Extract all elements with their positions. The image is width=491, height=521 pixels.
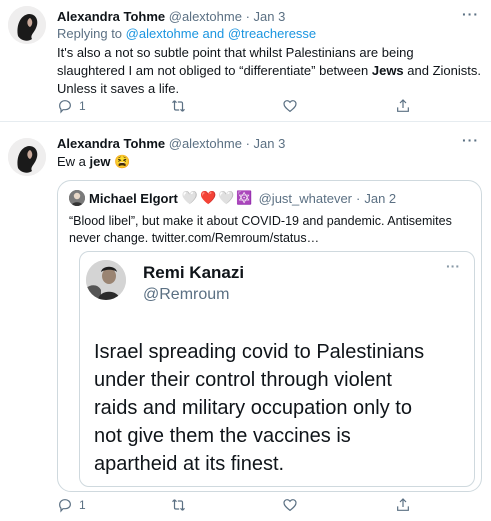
- retweet-button[interactable]: [170, 98, 193, 114]
- retweet-button[interactable]: [170, 497, 193, 513]
- share-icon: [397, 99, 409, 112]
- more-icon[interactable]: ···: [462, 6, 479, 22]
- tweet-text: It's also a not so subtle point that whi…: [57, 44, 481, 98]
- tweet-text-bold: Jews: [371, 63, 404, 78]
- more-icon[interactable]: ···: [462, 132, 479, 148]
- tweet-1[interactable]: Alexandra Tohme @alextohme · Jan 3 ··· R…: [0, 0, 491, 122]
- tweet-date[interactable]: Jan 3: [254, 136, 286, 151]
- author-name[interactable]: Alexandra Tohme: [57, 9, 165, 24]
- replying-to: Replying to @alextohme and @treacheresse: [57, 26, 316, 41]
- tweet-2[interactable]: Alexandra Tohme @alextohme · Jan 3 ··· E…: [0, 123, 491, 521]
- white-heart-emoji: 🤍: [218, 190, 235, 205]
- author-avatar[interactable]: [8, 6, 46, 44]
- tweet-date[interactable]: Jan 3: [254, 9, 286, 24]
- more-icon: ···: [446, 258, 460, 274]
- embedded-author-avatar: [86, 260, 126, 300]
- author-avatar[interactable]: [8, 138, 46, 176]
- red-heart-emoji: ❤️: [200, 190, 217, 205]
- star-of-david-emoji: 🔯: [236, 190, 253, 205]
- embedded-tweet-text: Israel spreading covid to Palestinians u…: [94, 338, 474, 478]
- action-bar: 1: [57, 497, 487, 515]
- tweet-header: Alexandra Tohme @alextohme · Jan 3: [57, 136, 285, 151]
- like-icon: [283, 100, 297, 113]
- reply-mention-2[interactable]: @treacheresse: [228, 26, 316, 41]
- quote-author-handle: @just_whatever: [258, 190, 353, 206]
- tweet-divider: [0, 121, 491, 122]
- author-handle[interactable]: @alextohme: [169, 9, 242, 24]
- reply-and: and: [202, 26, 225, 41]
- quote-header: Michael Elgort 🤍 ❤️ 🤍 🔯 @just_whatever ·…: [89, 190, 396, 206]
- embedded-text-line: apartheid at its finest.: [94, 453, 285, 475]
- tired-face-emoji: 😫: [114, 154, 131, 169]
- separator: ·: [356, 190, 361, 206]
- like-button[interactable]: [282, 98, 304, 114]
- quoted-tweet[interactable]: Michael Elgort 🤍 ❤️ 🤍 🔯 @just_whatever ·…: [57, 180, 482, 492]
- quote-text: “Blood libel”, but make it about COVID-1…: [69, 214, 452, 245]
- retweet-icon: [172, 499, 185, 511]
- reply-prefix: Replying to: [57, 26, 123, 41]
- reply-mention-1[interactable]: @alextohme: [126, 26, 199, 41]
- action-bar: 1: [57, 98, 487, 116]
- tweet-text-part1: It's also a not so subtle point that whi…: [57, 45, 414, 78]
- like-button[interactable]: [282, 497, 304, 513]
- share-button[interactable]: [395, 98, 411, 114]
- embedded-text-line: under their control through violent: [94, 369, 392, 391]
- reply-button[interactable]: 1: [57, 98, 86, 114]
- reply-button[interactable]: 1: [57, 497, 86, 513]
- share-icon: [397, 498, 409, 511]
- tweet-text: Ew a jew 😫: [57, 154, 130, 170]
- quote-date: Jan 2: [364, 190, 397, 206]
- quote-author-avatar: [69, 190, 85, 206]
- embedded-text-line: raids and military occupation only to: [94, 397, 412, 419]
- tweet-header: Alexandra Tohme @alextohme · Jan 3: [57, 9, 285, 24]
- reply-icon: [59, 100, 71, 114]
- embedded-author-handle: @Remroum: [143, 286, 230, 303]
- embedded-author-name: Remi Kanazi: [143, 263, 245, 282]
- share-button[interactable]: [395, 497, 411, 513]
- separator: ·: [245, 136, 250, 151]
- like-icon: [283, 499, 297, 512]
- tweet-text-prefix: Ew a: [57, 154, 90, 169]
- retweet-icon: [172, 100, 185, 112]
- embedded-text-line: not give them the vaccines is: [94, 425, 351, 447]
- reply-icon: [59, 499, 71, 513]
- tweet-text-bold: jew: [89, 154, 111, 169]
- reply-count: 1: [79, 99, 86, 113]
- author-handle[interactable]: @alextohme: [169, 136, 242, 151]
- reply-count: 1: [79, 498, 86, 512]
- embedded-text-line: Israel spreading covid to Palestinians: [94, 341, 425, 363]
- author-name[interactable]: Alexandra Tohme: [57, 136, 165, 151]
- separator: ·: [245, 9, 250, 24]
- quote-author-name: Michael Elgort: [89, 190, 178, 206]
- embedded-tweet-card[interactable]: Remi Kanazi @Remroum ··· Israel spreadin…: [79, 251, 475, 487]
- white-heart-emoji: 🤍: [181, 190, 199, 205]
